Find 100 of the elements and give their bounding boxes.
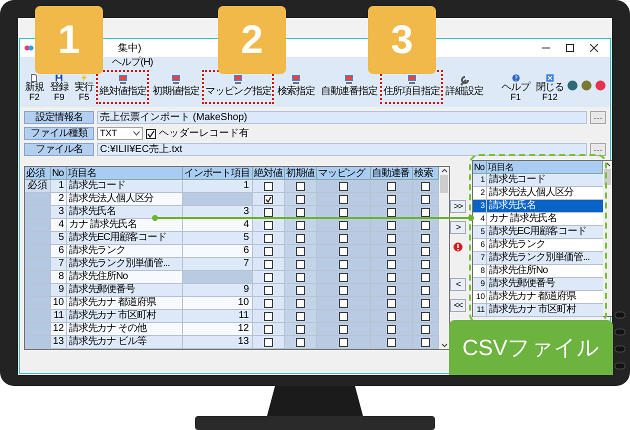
list-row[interactable]: 4 カナ 請求先氏名 bbox=[473, 213, 603, 226]
checkbox[interactable] bbox=[421, 220, 430, 230]
checkbox[interactable] bbox=[421, 208, 430, 216]
checkbox[interactable] bbox=[339, 312, 348, 320]
scrollbar-thumb[interactable] bbox=[440, 175, 448, 193]
checkbox[interactable] bbox=[421, 298, 430, 308]
list-row[interactable]: 11 請求先カナ 市区町村 bbox=[473, 304, 603, 317]
column-header[interactable]: 必須 bbox=[25, 167, 51, 180]
checkbox[interactable] bbox=[296, 194, 305, 204]
list-row[interactable]: 6 請求先ランク bbox=[473, 239, 603, 252]
checkbox[interactable] bbox=[339, 324, 348, 334]
dropdown[interactable]: TXT bbox=[97, 127, 143, 140]
checkbox[interactable] bbox=[339, 220, 348, 230]
list-row[interactable]: 9 請求先郵便番号 bbox=[473, 278, 603, 291]
checkbox[interactable] bbox=[339, 338, 348, 346]
checkbox[interactable] bbox=[264, 324, 273, 334]
list-row[interactable]: 1 請求先コード bbox=[473, 174, 603, 187]
checkbox[interactable] bbox=[296, 182, 305, 190]
maximize-icon[interactable] bbox=[566, 44, 574, 52]
checkbox[interactable] bbox=[387, 324, 396, 334]
checkbox[interactable] bbox=[421, 286, 430, 294]
checkbox[interactable] bbox=[264, 194, 273, 204]
list-row[interactable]: 2 請求先法人個人区分 bbox=[473, 187, 603, 200]
menu-item[interactable]: ヘルプ(H) bbox=[112, 57, 153, 69]
column-header[interactable]: 自動連番 bbox=[371, 167, 413, 180]
checkbox[interactable] bbox=[421, 338, 430, 346]
transfer-button[interactable]: >> bbox=[450, 200, 466, 213]
checkbox[interactable] bbox=[387, 234, 396, 242]
scrollbar[interactable] bbox=[439, 167, 449, 349]
chevron-up-icon[interactable] bbox=[604, 161, 611, 169]
checkbox[interactable] bbox=[264, 208, 273, 216]
column-header[interactable]: 項目名 bbox=[67, 167, 183, 180]
checkbox[interactable] bbox=[264, 260, 273, 268]
checkbox[interactable] bbox=[387, 246, 396, 256]
checkbox[interactable] bbox=[387, 194, 396, 204]
checkbox[interactable] bbox=[339, 286, 348, 294]
column-header[interactable]: No bbox=[51, 167, 67, 180]
checkbox[interactable] bbox=[421, 260, 430, 268]
checkbox[interactable] bbox=[339, 194, 348, 204]
checkbox[interactable] bbox=[264, 220, 273, 230]
checkbox[interactable] bbox=[387, 272, 396, 282]
chevron-up-icon[interactable] bbox=[440, 167, 448, 175]
toolbar-button[interactable]: 閉じる F12 bbox=[532, 70, 567, 104]
checkbox[interactable] bbox=[296, 234, 305, 242]
browse-button[interactable]: ··· bbox=[590, 143, 606, 156]
checkbox[interactable] bbox=[339, 234, 348, 242]
checkbox[interactable] bbox=[339, 208, 348, 216]
checkbox[interactable] bbox=[387, 338, 396, 346]
text-field[interactable]: 売上伝票インポート (MakeShop) bbox=[97, 111, 587, 124]
toolbar-button[interactable]: 初期値指定 bbox=[149, 70, 202, 104]
checkbox[interactable] bbox=[339, 260, 348, 268]
list-row[interactable]: 3 請求先氏名 bbox=[473, 200, 603, 213]
column-header[interactable]: 検索 bbox=[413, 167, 439, 180]
browse-button[interactable]: ··· bbox=[590, 111, 606, 124]
checkbox[interactable] bbox=[296, 338, 305, 346]
checkbox[interactable] bbox=[421, 324, 430, 334]
chevron-down-icon[interactable] bbox=[440, 341, 448, 349]
checkbox[interactable] bbox=[387, 220, 396, 230]
checkbox[interactable] bbox=[296, 324, 305, 334]
checkbox[interactable] bbox=[339, 182, 348, 190]
toolbar-button[interactable]: 詳細設定 bbox=[442, 70, 486, 104]
checkbox[interactable] bbox=[296, 246, 305, 256]
checkbox[interactable] bbox=[421, 194, 430, 204]
checkbox[interactable] bbox=[421, 272, 430, 282]
column-header[interactable]: 初期値 bbox=[285, 167, 317, 180]
list-row[interactable]: 5 請求先EC用顧客コード bbox=[473, 226, 603, 239]
list-row[interactable]: 8 請求先住所No bbox=[473, 265, 603, 278]
checkbox[interactable] bbox=[296, 298, 305, 308]
checkbox[interactable] bbox=[387, 312, 396, 320]
checkbox[interactable] bbox=[264, 338, 273, 346]
transfer-button[interactable]: < bbox=[450, 278, 466, 291]
checkbox[interactable] bbox=[296, 260, 305, 268]
checkbox[interactable] bbox=[339, 272, 348, 282]
checkbox[interactable] bbox=[296, 286, 305, 294]
column-header[interactable]: 絶対値 bbox=[253, 167, 285, 180]
toolbar-button[interactable]: ヘルプ F1 bbox=[498, 70, 533, 104]
checkbox[interactable] bbox=[264, 298, 273, 308]
transfer-button[interactable]: > bbox=[450, 221, 466, 234]
checkbox[interactable] bbox=[264, 272, 273, 282]
checkbox[interactable] bbox=[296, 208, 305, 216]
close-icon[interactable] bbox=[590, 44, 598, 52]
checkbox[interactable] bbox=[421, 246, 430, 256]
checkbox[interactable] bbox=[264, 234, 273, 242]
checkbox[interactable] bbox=[264, 312, 273, 320]
column-header[interactable]: 項目名 bbox=[487, 161, 603, 174]
checkbox[interactable] bbox=[296, 312, 305, 320]
checkbox[interactable] bbox=[264, 286, 273, 294]
checkbox[interactable] bbox=[296, 272, 305, 282]
list-row[interactable]: 7 請求先ランク別単価管... bbox=[473, 252, 603, 265]
transfer-button[interactable]: << bbox=[450, 299, 466, 312]
checkbox[interactable] bbox=[421, 182, 430, 190]
checkbox[interactable] bbox=[296, 220, 305, 230]
checkbox[interactable] bbox=[387, 182, 396, 190]
checkbox[interactable] bbox=[264, 182, 273, 190]
column-header[interactable]: No bbox=[473, 161, 487, 174]
checkbox[interactable] bbox=[146, 128, 156, 138]
checkbox[interactable] bbox=[421, 312, 430, 320]
checkbox[interactable] bbox=[387, 260, 396, 268]
checkbox[interactable] bbox=[339, 298, 348, 308]
column-header[interactable]: インポート項目 bbox=[183, 167, 253, 180]
